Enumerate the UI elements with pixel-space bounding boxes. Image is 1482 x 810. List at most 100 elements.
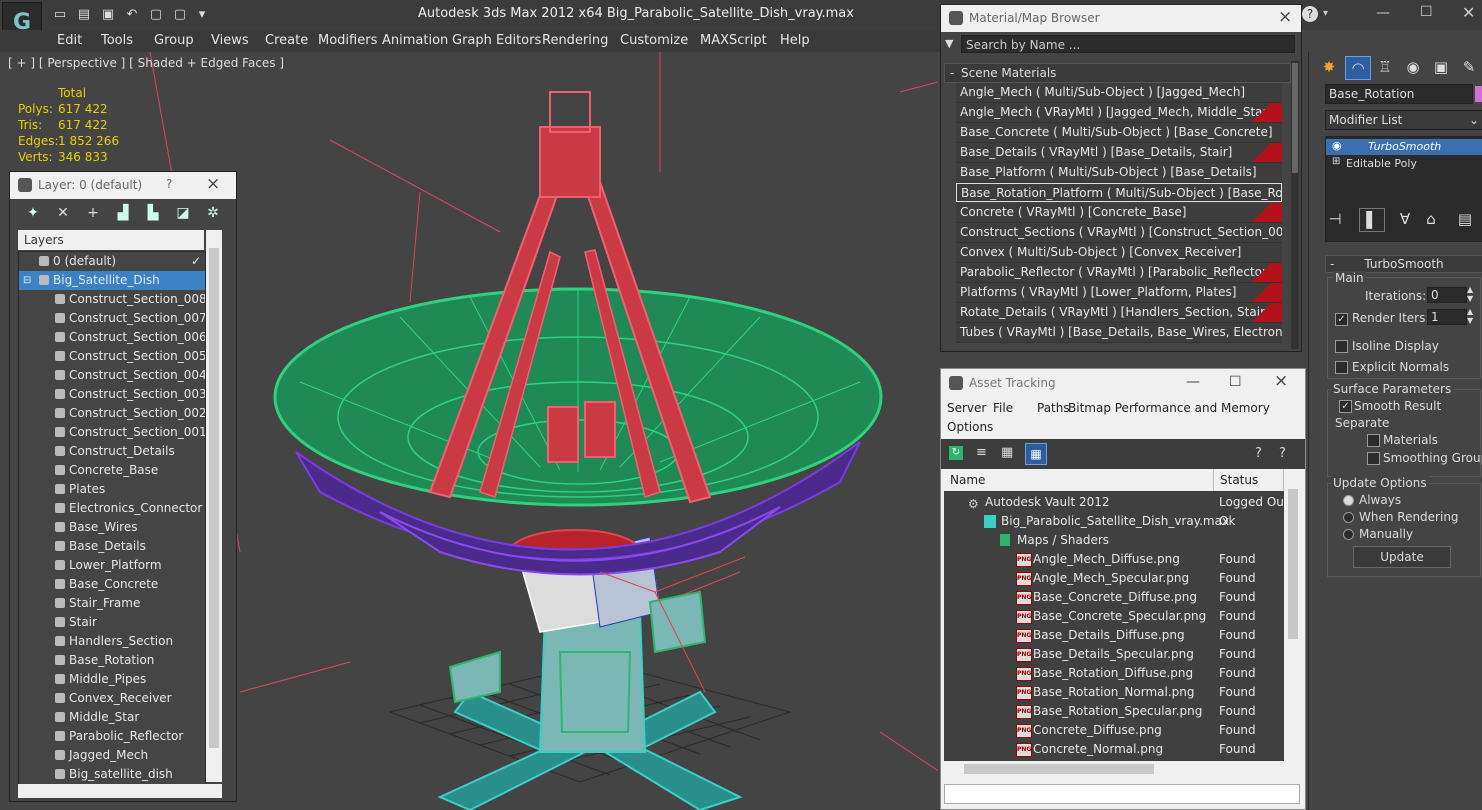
- layer-row[interactable]: Construct_Section_005: [19, 347, 205, 366]
- asset-row[interactable]: Big_Parabolic_Satellite_Dish_vray.max Ok: [944, 512, 1284, 531]
- material-row[interactable]: Concrete ( VRayMtl ) [Concrete_Base]: [956, 203, 1282, 223]
- layer-row[interactable]: Stair: [19, 613, 205, 632]
- viewport-label[interactable]: [ + ] [ Perspective ] [ Shaded + Edged F…: [8, 56, 284, 70]
- asset-minimize-button[interactable]: —: [1186, 374, 1200, 390]
- quick-access-dropdown-icon[interactable]: ▾: [194, 8, 210, 22]
- create-tab-icon[interactable]: ✸: [1317, 56, 1341, 78]
- layer-row[interactable]: Base_Concrete: [19, 575, 205, 594]
- tree-view-icon[interactable]: ▦: [1001, 446, 1015, 460]
- material-row[interactable]: Angle_Mech ( VRayMtl ) [Jagged_Mech, Mid…: [956, 103, 1282, 123]
- delete-layer-icon[interactable]: ✕: [54, 204, 72, 222]
- layer-row[interactable]: Base_Rotation: [19, 651, 205, 670]
- layer-row[interactable]: Base_Wires: [19, 518, 205, 537]
- material-list-scrollbar[interactable]: [1291, 61, 1299, 349]
- layer-window-help-button[interactable]: ?: [166, 177, 172, 191]
- modify-tab-icon[interactable]: ◠: [1345, 56, 1371, 80]
- material-row[interactable]: Parabolic_Reflector ( VRayMtl ) [Parabol…: [956, 263, 1282, 283]
- freeze-layers-icon[interactable]: ✲: [204, 204, 222, 222]
- layer-row[interactable]: Construct_Section_007: [19, 309, 205, 328]
- list-view-icon[interactable]: ≡: [976, 446, 990, 460]
- layer-row[interactable]: Concrete_Base: [19, 461, 205, 480]
- hide-layers-icon[interactable]: ◪: [174, 204, 192, 222]
- material-row[interactable]: Base_Details ( VRayMtl ) [Base_Details, …: [956, 143, 1282, 163]
- column-header-name[interactable]: Name: [944, 469, 1214, 491]
- asset-help-context-icon[interactable]: ?: [1279, 446, 1286, 461]
- asset-menu-options[interactable]: Options: [947, 420, 993, 434]
- hierarchy-tab-icon[interactable]: ♖: [1373, 56, 1397, 78]
- material-row[interactable]: Convex ( Multi/Sub-Object ) [Convex_Rece…: [956, 243, 1282, 263]
- remove-modifier-icon[interactable]: ⌂: [1419, 208, 1443, 230]
- asset-help-icon[interactable]: ?: [1255, 446, 1262, 461]
- material-row[interactable]: Base_Rotation_Platform ( Multi/Sub-Objec…: [956, 183, 1282, 202]
- open-file-icon[interactable]: ▤: [76, 8, 92, 22]
- asset-tracking-titlebar[interactable]: Asset Tracking — ☐ ×: [941, 369, 1305, 397]
- show-end-result-icon[interactable]: ▌: [1359, 208, 1385, 232]
- material-search-input[interactable]: Search by Name ...: [961, 35, 1295, 53]
- motion-tab-icon[interactable]: ◉: [1401, 56, 1425, 78]
- render-iters-checkbox[interactable]: ✓: [1335, 313, 1348, 326]
- asset-row[interactable]: PNG Concrete_Diffuse.png Found: [944, 721, 1284, 740]
- layers-column-header[interactable]: Layers: [18, 230, 204, 250]
- select-in-layer-icon[interactable]: ▟: [114, 204, 132, 222]
- menu-rendering[interactable]: Rendering: [542, 33, 608, 48]
- stack-item-turbosmooth[interactable]: ◉ TurboSmooth: [1326, 139, 1482, 155]
- window-minimize-icon[interactable]: —: [1376, 5, 1390, 21]
- asset-row[interactable]: PNG Base_Rotation_Normal.png Found: [944, 683, 1284, 702]
- asset-row[interactable]: PNG Base_Details_Specular.png Found: [944, 645, 1284, 664]
- make-unique-icon[interactable]: ∀: [1393, 208, 1417, 230]
- stack-item-editable-poly[interactable]: ⊞ Editable Poly: [1326, 156, 1482, 172]
- layer-row[interactable]: Construct_Section_002: [19, 404, 205, 423]
- material-row[interactable]: Platforms ( VRayMtl ) [Lower_Platform, P…: [956, 283, 1282, 303]
- render-iters-spinner[interactable]: 1: [1427, 309, 1467, 325]
- column-header-status[interactable]: Status: [1214, 469, 1284, 491]
- menu-animation[interactable]: Animation: [382, 33, 448, 48]
- asset-vertical-scrollbar[interactable]: [1284, 469, 1302, 761]
- layer-row[interactable]: Handlers_Section: [19, 632, 205, 651]
- menu-help[interactable]: Help: [780, 33, 810, 48]
- layer-window-titlebar[interactable]: Layer: 0 (default) ? ×: [10, 172, 236, 199]
- render-iters-spinner-arrows-icon[interactable]: ▲ ▼: [1467, 307, 1473, 325]
- asset-row[interactable]: PNG Angle_Mech_Specular.png Found: [944, 569, 1284, 588]
- layer-list-scrollbar[interactable]: [206, 230, 222, 782]
- asset-row[interactable]: PNG Base_Rotation_Specular.png Found: [944, 702, 1284, 721]
- smooth-result-checkbox[interactable]: ✓: [1339, 400, 1352, 413]
- asset-menu-paths[interactable]: Paths: [1037, 401, 1070, 415]
- redo-icon[interactable]: ▢: [148, 8, 164, 22]
- create-layer-icon[interactable]: ✦: [24, 204, 42, 222]
- menu-graph-editors[interactable]: Graph Editors: [452, 33, 541, 48]
- asset-row[interactable]: PNG Concrete_Normal.png Found: [944, 740, 1284, 759]
- layer-row[interactable]: Construct_Section_001: [19, 423, 205, 442]
- material-row[interactable]: Construct_Sections ( VRayMtl ) [Construc…: [956, 223, 1282, 243]
- menu-views[interactable]: Views: [211, 33, 249, 48]
- layer-row[interactable]: Big_satellite_dish: [19, 765, 205, 784]
- object-color-swatch[interactable]: [1475, 86, 1482, 102]
- asset-row[interactable]: PNG Angle_Mech_Diffuse.png Found: [944, 550, 1284, 569]
- iterations-spinner[interactable]: 0: [1427, 287, 1467, 303]
- layer-row[interactable]: Construct_Section_006: [19, 328, 205, 347]
- modifier-list-dropdown[interactable]: Modifier List ⌄: [1325, 110, 1482, 130]
- help-dropdown-icon[interactable]: ▾: [1323, 8, 1328, 19]
- object-name-input[interactable]: Base_Rotation: [1325, 84, 1473, 104]
- layer-row[interactable]: Base_Details: [19, 537, 205, 556]
- layer-row[interactable]: Plates: [19, 480, 205, 499]
- material-browser-close-button[interactable]: ×: [1278, 7, 1292, 27]
- asset-row[interactable]: PNG Base_Concrete_Diffuse.png Found: [944, 588, 1284, 607]
- undo-icon[interactable]: ↶: [124, 8, 140, 22]
- layer-row[interactable]: 0 (default) ✓: [19, 252, 205, 271]
- table-view-icon[interactable]: ▦: [1025, 443, 1047, 465]
- menu-group[interactable]: Group: [154, 33, 194, 48]
- layer-window-close-button[interactable]: ×: [206, 174, 220, 194]
- layer-row[interactable]: Lower_Platform: [19, 556, 205, 575]
- material-row[interactable]: Angle_Mech ( Multi/Sub-Object ) [Jagged_…: [956, 83, 1282, 103]
- layer-row[interactable]: Convex_Receiver: [19, 689, 205, 708]
- layer-row[interactable]: Electronics_Connector: [19, 499, 205, 518]
- layer-row[interactable]: ⊟ Big_Satellite_Dish: [19, 271, 205, 290]
- pin-stack-icon[interactable]: ⊣: [1323, 208, 1347, 230]
- material-scroll-thumb[interactable]: [1292, 63, 1298, 173]
- add-to-layer-icon[interactable]: +: [84, 204, 102, 222]
- menu-maxscript[interactable]: MAXScript: [700, 33, 767, 48]
- layer-row[interactable]: Middle_Pipes: [19, 670, 205, 689]
- lightbulb-icon[interactable]: ◉: [1332, 139, 1342, 152]
- layer-row[interactable]: Construct_Details: [19, 442, 205, 461]
- layer-row[interactable]: Middle_Star: [19, 708, 205, 727]
